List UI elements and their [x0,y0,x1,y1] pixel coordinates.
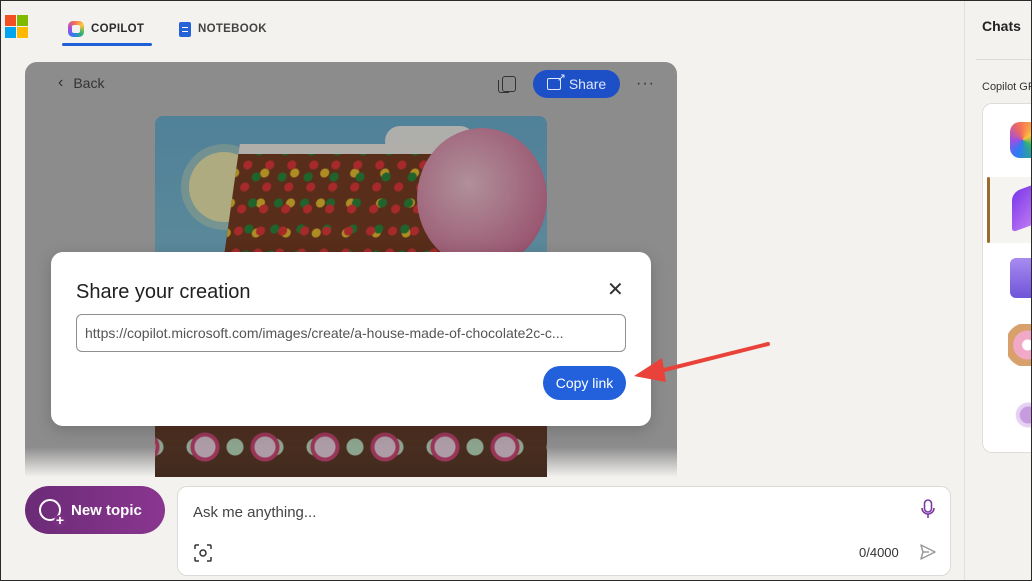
share-button[interactable]: Share [533,70,620,98]
tab-notebook-label: NOTEBOOK [198,23,267,35]
share-icon [546,71,566,90]
more-options-button[interactable]: ··· [636,75,655,93]
composer-box [177,486,951,576]
cooking-gpt-icon[interactable] [1008,324,1032,366]
send-icon[interactable] [919,543,937,561]
share-dialog: Share your creation ✕ https://copilot.mi… [51,252,651,426]
notebook-icon [179,21,191,37]
microphone-icon[interactable] [921,499,935,519]
sidebar-separator [976,59,1032,60]
annotation-arrow-icon [634,342,770,382]
dialog-title: Share your creation [76,281,251,303]
chats-title: Chats [982,18,1021,34]
new-topic-button[interactable]: New topic [25,486,165,534]
ask-input[interactable] [193,502,893,522]
vacation-planner-gpt-icon[interactable] [1010,258,1032,298]
tab-copilot-label: COPILOT [91,23,145,35]
copilot-gpt-icon[interactable] [1010,122,1032,158]
copilot-gpts-label: Copilot GPTs [982,81,1032,93]
copy-icon[interactable] [498,76,516,93]
gpt-active-indicator [987,177,990,243]
visual-search-icon[interactable] [194,544,212,562]
back-label: Back [73,75,105,91]
character-count: 0/4000 [859,545,899,560]
tab-copilot[interactable]: COPILOT [61,14,153,46]
copy-link-button[interactable]: Copy link [543,366,626,400]
new-topic-label: New topic [71,501,142,519]
copilot-icon [68,21,84,37]
share-url-field[interactable]: https://copilot.microsoft.com/images/cre… [76,314,626,352]
share-label: Share [568,76,607,92]
sidebar-divider [964,0,965,581]
chevron-left-icon: ‹ [58,74,64,91]
new-chat-icon [39,499,66,527]
close-icon[interactable]: ✕ [607,280,624,300]
fitness-gpt-icon[interactable] [1010,400,1032,430]
back-button[interactable]: ‹ Back [58,74,104,92]
microsoft-logo[interactable] [5,15,28,39]
tab-notebook[interactable]: NOTEBOOK [179,14,267,44]
